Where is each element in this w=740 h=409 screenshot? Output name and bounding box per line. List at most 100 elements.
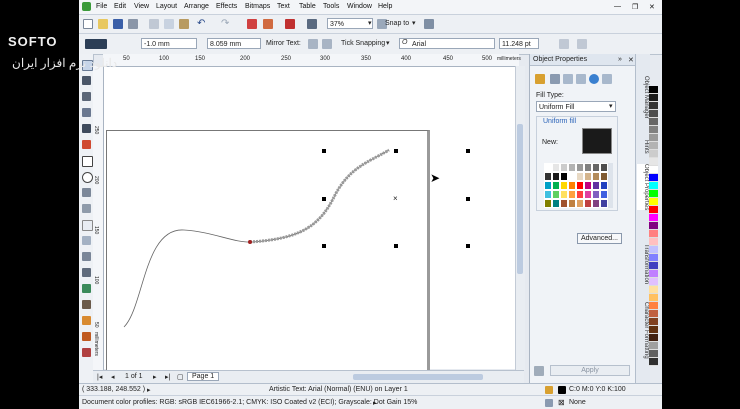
selection-handle-tc[interactable]	[394, 149, 398, 153]
drawing-canvas[interactable]: × ➤	[104, 67, 515, 374]
frame-tab-icon[interactable]	[563, 74, 573, 84]
palette-swatch[interactable]	[649, 174, 658, 182]
color-swatch[interactable]	[600, 163, 608, 172]
palette-swatch[interactable]	[649, 182, 658, 190]
palette-swatch[interactable]	[649, 142, 658, 150]
color-swatch[interactable]	[568, 172, 576, 181]
color-swatch[interactable]	[568, 199, 576, 208]
color-swatch[interactable]	[600, 190, 608, 199]
color-swatch[interactable]	[552, 172, 560, 181]
new-document-icon[interactable]	[83, 19, 93, 29]
cut-icon[interactable]	[149, 19, 159, 29]
mirror-horizontal-icon[interactable]	[308, 39, 318, 49]
undo-icon[interactable]: ↶	[197, 18, 205, 29]
underline-icon[interactable]	[559, 39, 569, 49]
palette-swatch[interactable]	[649, 294, 658, 302]
palette-swatch[interactable]	[649, 118, 658, 126]
tab-transformation[interactable]: Transformation	[637, 244, 649, 284]
swatch-scrollbar[interactable]	[608, 163, 613, 208]
apply-button[interactable]: Apply	[550, 365, 630, 376]
outline-tool-icon[interactable]	[82, 316, 91, 325]
menu-layout[interactable]: Layout	[156, 3, 177, 10]
basic-shapes-icon[interactable]	[82, 204, 91, 213]
color-swatch[interactable]	[544, 163, 552, 172]
color-swatch[interactable]	[544, 181, 552, 190]
zoom-tool-icon[interactable]	[82, 108, 91, 117]
palette-swatch[interactable]	[649, 158, 658, 166]
paste-icon[interactable]	[179, 19, 189, 29]
color-swatch[interactable]	[568, 181, 576, 190]
color-swatch[interactable]	[600, 172, 608, 181]
rectangle-tool-icon[interactable]	[82, 156, 93, 167]
color-swatch[interactable]	[584, 199, 592, 208]
palette-swatch[interactable]	[649, 126, 658, 134]
color-swatch[interactable]	[600, 181, 608, 190]
docker-close-icon[interactable]: ✕	[628, 56, 634, 64]
palette-swatch[interactable]	[649, 358, 658, 366]
palette-swatch[interactable]	[649, 278, 658, 286]
selection-handle-mr[interactable]	[466, 197, 470, 201]
palette-swatch[interactable]	[649, 342, 658, 350]
palette-swatch[interactable]	[649, 318, 658, 326]
menu-help[interactable]: Help	[378, 3, 392, 10]
color-swatch[interactable]	[552, 163, 560, 172]
eyedropper-tool-icon[interactable]	[82, 300, 91, 309]
menu-window[interactable]: Window	[347, 3, 372, 10]
color-swatch[interactable]	[576, 163, 584, 172]
offset-field[interactable]: -1.0 mm	[141, 38, 197, 49]
minimize-button[interactable]: —	[614, 3, 621, 10]
menu-arrange[interactable]: Arrange	[184, 3, 209, 10]
color-swatch[interactable]	[584, 190, 592, 199]
color-swatch[interactable]	[584, 172, 592, 181]
font-list-field[interactable]: Arial	[399, 38, 495, 49]
zoom-level-field[interactable]: 37%	[327, 18, 373, 29]
color-swatch[interactable]	[544, 172, 552, 181]
palette-swatch[interactable]	[649, 102, 658, 110]
crop-tool-icon[interactable]	[82, 92, 91, 101]
color-swatch[interactable]	[544, 199, 552, 208]
selection-handle-tl[interactable]	[322, 149, 326, 153]
palette-swatch[interactable]	[649, 334, 658, 342]
globe-tab-icon[interactable]	[589, 74, 599, 84]
text-align-icon[interactable]	[577, 39, 587, 49]
next-page-icon[interactable]: ▸	[153, 373, 157, 381]
horizontal-scroll-thumb[interactable]	[353, 374, 483, 380]
snap-to-menu[interactable]: Snap to	[385, 20, 409, 27]
color-swatch[interactable]	[592, 181, 600, 190]
snap-dropdown-icon[interactable]: ▾	[412, 19, 416, 27]
add-page-icon[interactable]: ▢	[177, 373, 184, 381]
open-icon[interactable]	[98, 19, 108, 29]
palette-swatch[interactable]	[649, 222, 658, 230]
fill-tool-icon[interactable]	[82, 332, 91, 341]
options-icon[interactable]	[424, 19, 434, 29]
width-field[interactable]: 8.059 mm	[207, 38, 261, 49]
close-button[interactable]: ✕	[649, 3, 655, 11]
color-swatch[interactable]	[576, 190, 584, 199]
lock-icon[interactable]	[534, 366, 544, 376]
tick-snapping-dropdown[interactable]: Tick Snapping	[341, 40, 385, 47]
palette-swatch[interactable]	[649, 246, 658, 254]
color-swatch[interactable]	[576, 181, 584, 190]
page-tab[interactable]: Page 1	[187, 372, 220, 381]
redo-icon[interactable]: ↷	[221, 18, 229, 29]
palette-swatch[interactable]	[649, 150, 658, 158]
paragraph-tab-icon[interactable]	[602, 74, 612, 84]
color-swatch-grid[interactable]	[544, 163, 608, 208]
tick-snapping-arrow-icon[interactable]: ▾	[386, 39, 390, 47]
docker-arrow-icon[interactable]: »	[618, 56, 622, 63]
color-swatch[interactable]	[544, 190, 552, 199]
tab-character-formatting[interactable]: Character Formatting	[637, 302, 649, 359]
color-swatch[interactable]	[568, 163, 576, 172]
menu-text[interactable]: Text	[277, 3, 290, 10]
color-swatch[interactable]	[576, 199, 584, 208]
shape-tool-icon[interactable]	[82, 76, 91, 85]
color-swatch[interactable]	[560, 172, 568, 181]
selection-handle-bl[interactable]	[322, 244, 326, 248]
tab-object-properties[interactable]: Object Properties	[637, 164, 649, 211]
color-swatch[interactable]	[552, 190, 560, 199]
palette-swatch[interactable]	[649, 190, 658, 198]
menu-file[interactable]: File	[96, 3, 107, 10]
publish-pdf-icon[interactable]	[285, 19, 295, 29]
vertical-scrollbar[interactable]	[515, 66, 525, 370]
copy-icon[interactable]	[164, 19, 174, 29]
